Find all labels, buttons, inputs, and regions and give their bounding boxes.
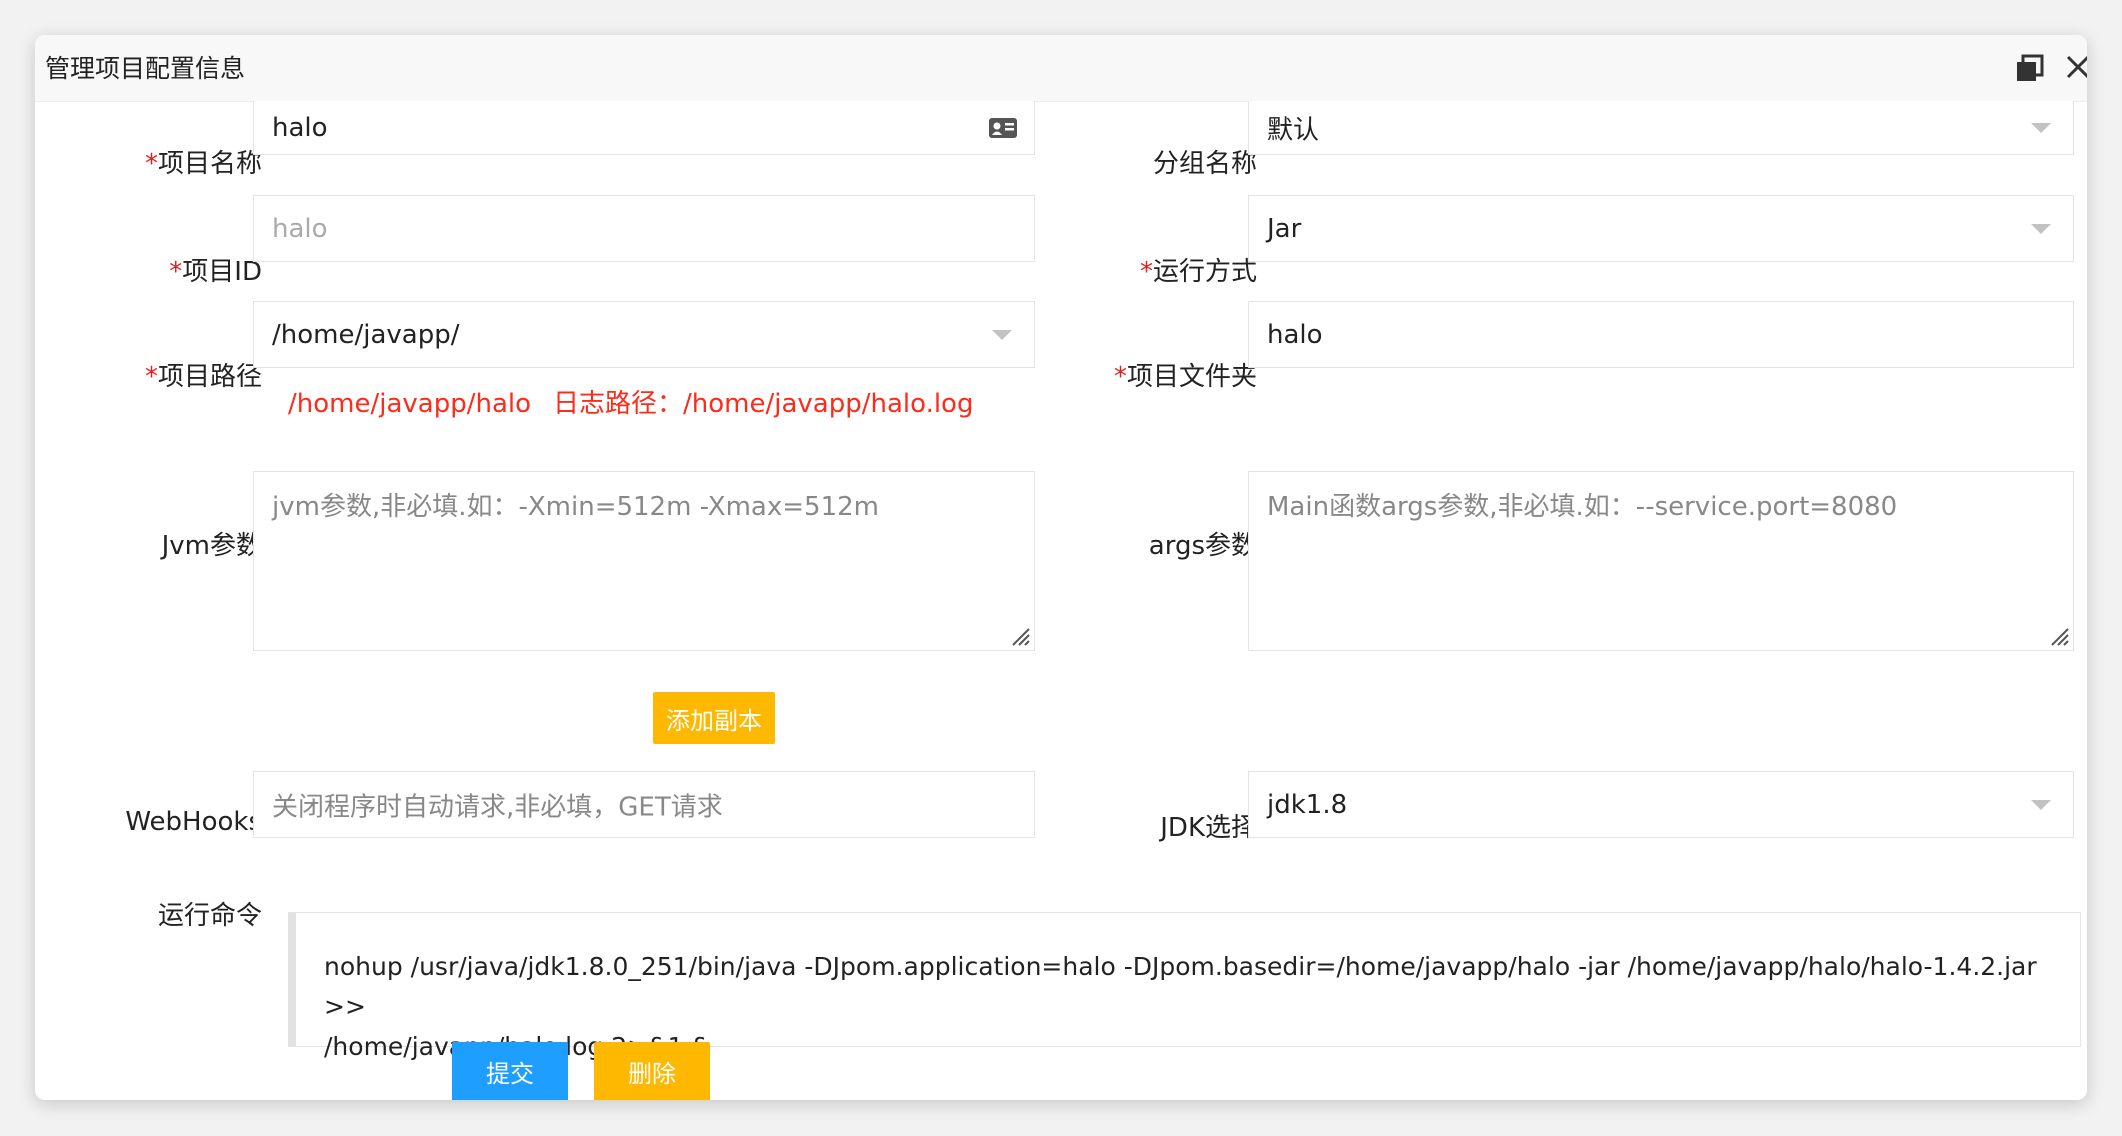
log-path-text: 日志路径：/home/javapp/halo.log bbox=[553, 389, 974, 419]
jvm-params-textarea[interactable]: jvm参数,非必填.如：-Xmin=512m -Xmax=512m bbox=[253, 471, 1035, 651]
run-mode-value: Jar bbox=[1267, 213, 1302, 244]
project-folder-label: *项目文件夹 bbox=[1113, 362, 1257, 392]
add-replica-button[interactable]: 添加副本 bbox=[653, 692, 775, 744]
chevron-down-icon bbox=[2031, 122, 2051, 133]
project-id-label: *项目ID bbox=[169, 257, 262, 287]
run-mode-select[interactable]: Jar bbox=[1248, 195, 2074, 262]
project-folder-input[interactable]: halo bbox=[1248, 301, 2074, 368]
args-params-placeholder: Main函数args参数,非必填.如：--service.port=8080 bbox=[1267, 492, 1898, 522]
project-path-value: /home/javapp/ bbox=[272, 319, 460, 350]
run-command-line-2: /home/javapp/halo.log 2>&1 & bbox=[324, 1027, 2058, 1067]
group-name-value: 默认 bbox=[1267, 115, 1320, 145]
project-id-input[interactable]: halo bbox=[253, 195, 1035, 262]
group-name-select[interactable]: 默认 bbox=[1248, 101, 2074, 155]
jdk-select[interactable]: jdk1.8 bbox=[1248, 771, 2074, 838]
project-config-dialog: 管理项目配置信息 *项目名称 halo 分组名称 默认 *项目ID halo *… bbox=[35, 35, 2087, 1100]
chevron-down-icon bbox=[2031, 799, 2051, 810]
resize-grip-icon[interactable] bbox=[1009, 625, 1031, 647]
submit-button[interactable]: 提交 bbox=[452, 1042, 568, 1100]
group-name-label: 分组名称 bbox=[1152, 149, 1257, 179]
project-name-value: halo bbox=[272, 112, 328, 143]
jvm-params-placeholder: jvm参数,非必填.如：-Xmin=512m -Xmax=512m bbox=[272, 492, 879, 522]
resolved-path-text: /home/javapp/halo bbox=[288, 389, 532, 419]
args-params-textarea[interactable]: Main函数args参数,非必填.如：--service.port=8080 bbox=[1248, 471, 2074, 651]
project-folder-value: halo bbox=[1267, 319, 1323, 350]
chevron-down-icon bbox=[992, 329, 1012, 340]
run-command-line-1: nohup /usr/java/jdk1.8.0_251/bin/java -D… bbox=[324, 952, 2037, 1021]
resize-grip-icon[interactable] bbox=[2048, 625, 2070, 647]
id-card-icon[interactable] bbox=[988, 116, 1018, 140]
maximize-window-icon[interactable] bbox=[2015, 53, 2045, 83]
run-command-label: 运行命令 bbox=[157, 901, 262, 931]
jdk-value: jdk1.8 bbox=[1267, 789, 1348, 820]
project-name-input[interactable]: halo bbox=[253, 101, 1035, 155]
path-hint: /home/javapp/halo 日志路径：/home/javapp/halo.… bbox=[288, 383, 973, 420]
delete-button[interactable]: 删除 bbox=[594, 1042, 710, 1100]
webhooks-placeholder: 关闭程序时自动请求,非必填，GET请求 bbox=[272, 792, 723, 822]
dialog-titlebar: 管理项目配置信息 bbox=[35, 35, 2087, 102]
run-command-block: nohup /usr/java/jdk1.8.0_251/bin/java -D… bbox=[288, 912, 2081, 1061]
webhooks-label: WebHooks bbox=[125, 807, 262, 837]
project-name-label: *项目名称 bbox=[144, 149, 262, 179]
webhooks-input[interactable]: 关闭程序时自动请求,非必填，GET请求 bbox=[253, 771, 1035, 838]
dialog-title: 管理项目配置信息 bbox=[45, 54, 246, 83]
project-id-placeholder: halo bbox=[272, 213, 328, 244]
jvm-params-label: Jvm参数 bbox=[161, 531, 262, 561]
project-path-select[interactable]: /home/javapp/ bbox=[253, 301, 1035, 368]
run-mode-label: *运行方式 bbox=[1139, 257, 1257, 287]
chevron-down-icon bbox=[2031, 223, 2051, 234]
args-params-label: args参数 bbox=[1148, 531, 1257, 561]
jdk-label: JDK选择 bbox=[1160, 813, 1257, 843]
close-icon[interactable] bbox=[2065, 51, 2087, 81]
project-path-label: *项目路径 bbox=[144, 362, 262, 392]
